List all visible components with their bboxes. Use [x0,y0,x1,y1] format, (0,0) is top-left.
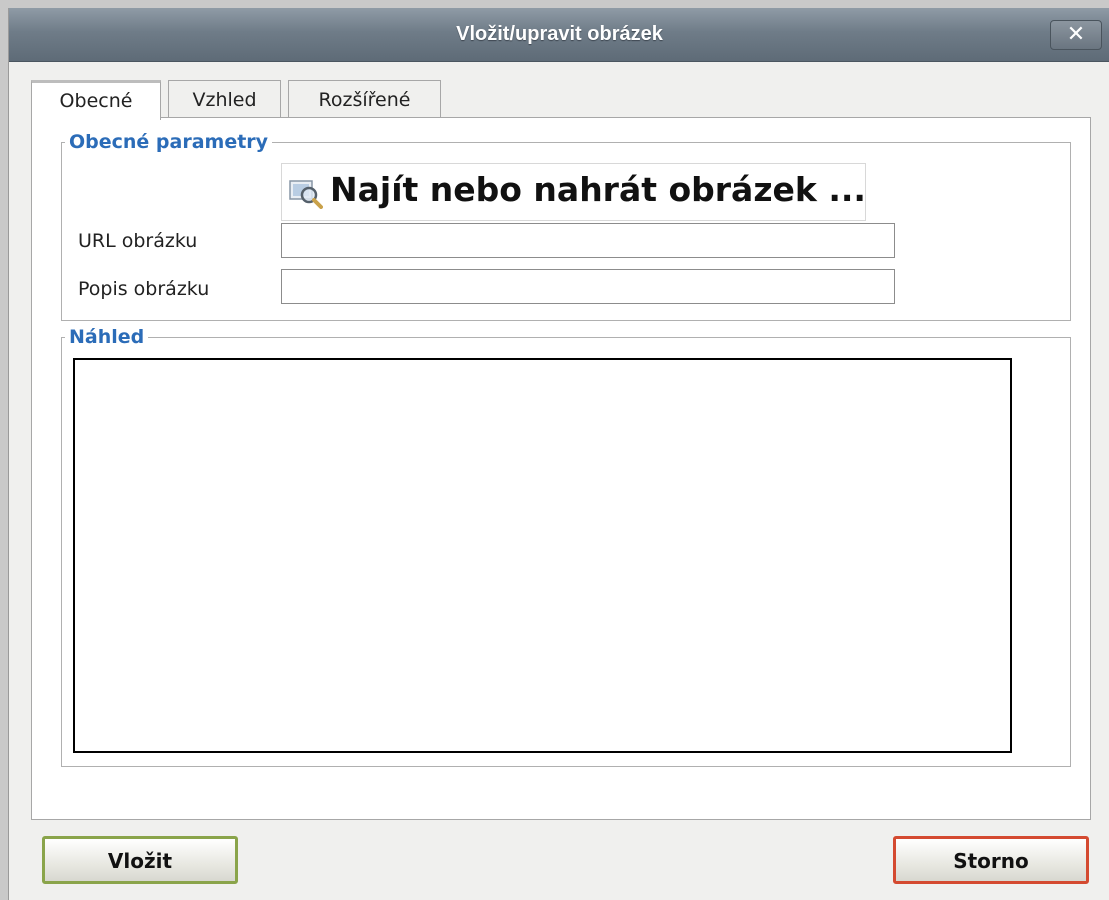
browse-image-label: Najít nebo nahrát obrázek ... [330,170,866,209]
alt-input[interactable] [281,269,895,304]
close-icon: ✕ [1066,22,1086,47]
url-input[interactable] [281,223,895,258]
preview-legend: Náhled [69,326,145,348]
tab-general[interactable]: Obecné [31,80,161,120]
magnifier-image-icon [289,180,323,209]
image-preview [73,358,1012,753]
tab-appearance[interactable]: Vzhled [168,80,281,118]
url-label: URL obrázku [78,230,198,252]
close-button[interactable]: ✕ [1050,20,1102,50]
browse-image-button[interactable]: Najít nebo nahrát obrázek ... [281,163,866,221]
general-params-legend: Obecné parametry [69,131,269,153]
tab-advanced[interactable]: Rozšířené [288,80,441,118]
dialog-titlebar[interactable]: Vložit/upravit obrázek ✕ [9,8,1109,62]
insert-button[interactable]: Vložit [42,836,238,884]
alt-label: Popis obrázku [78,278,210,300]
dialog-title: Vložit/upravit obrázek [456,23,663,45]
cancel-button[interactable]: Storno [893,836,1089,884]
